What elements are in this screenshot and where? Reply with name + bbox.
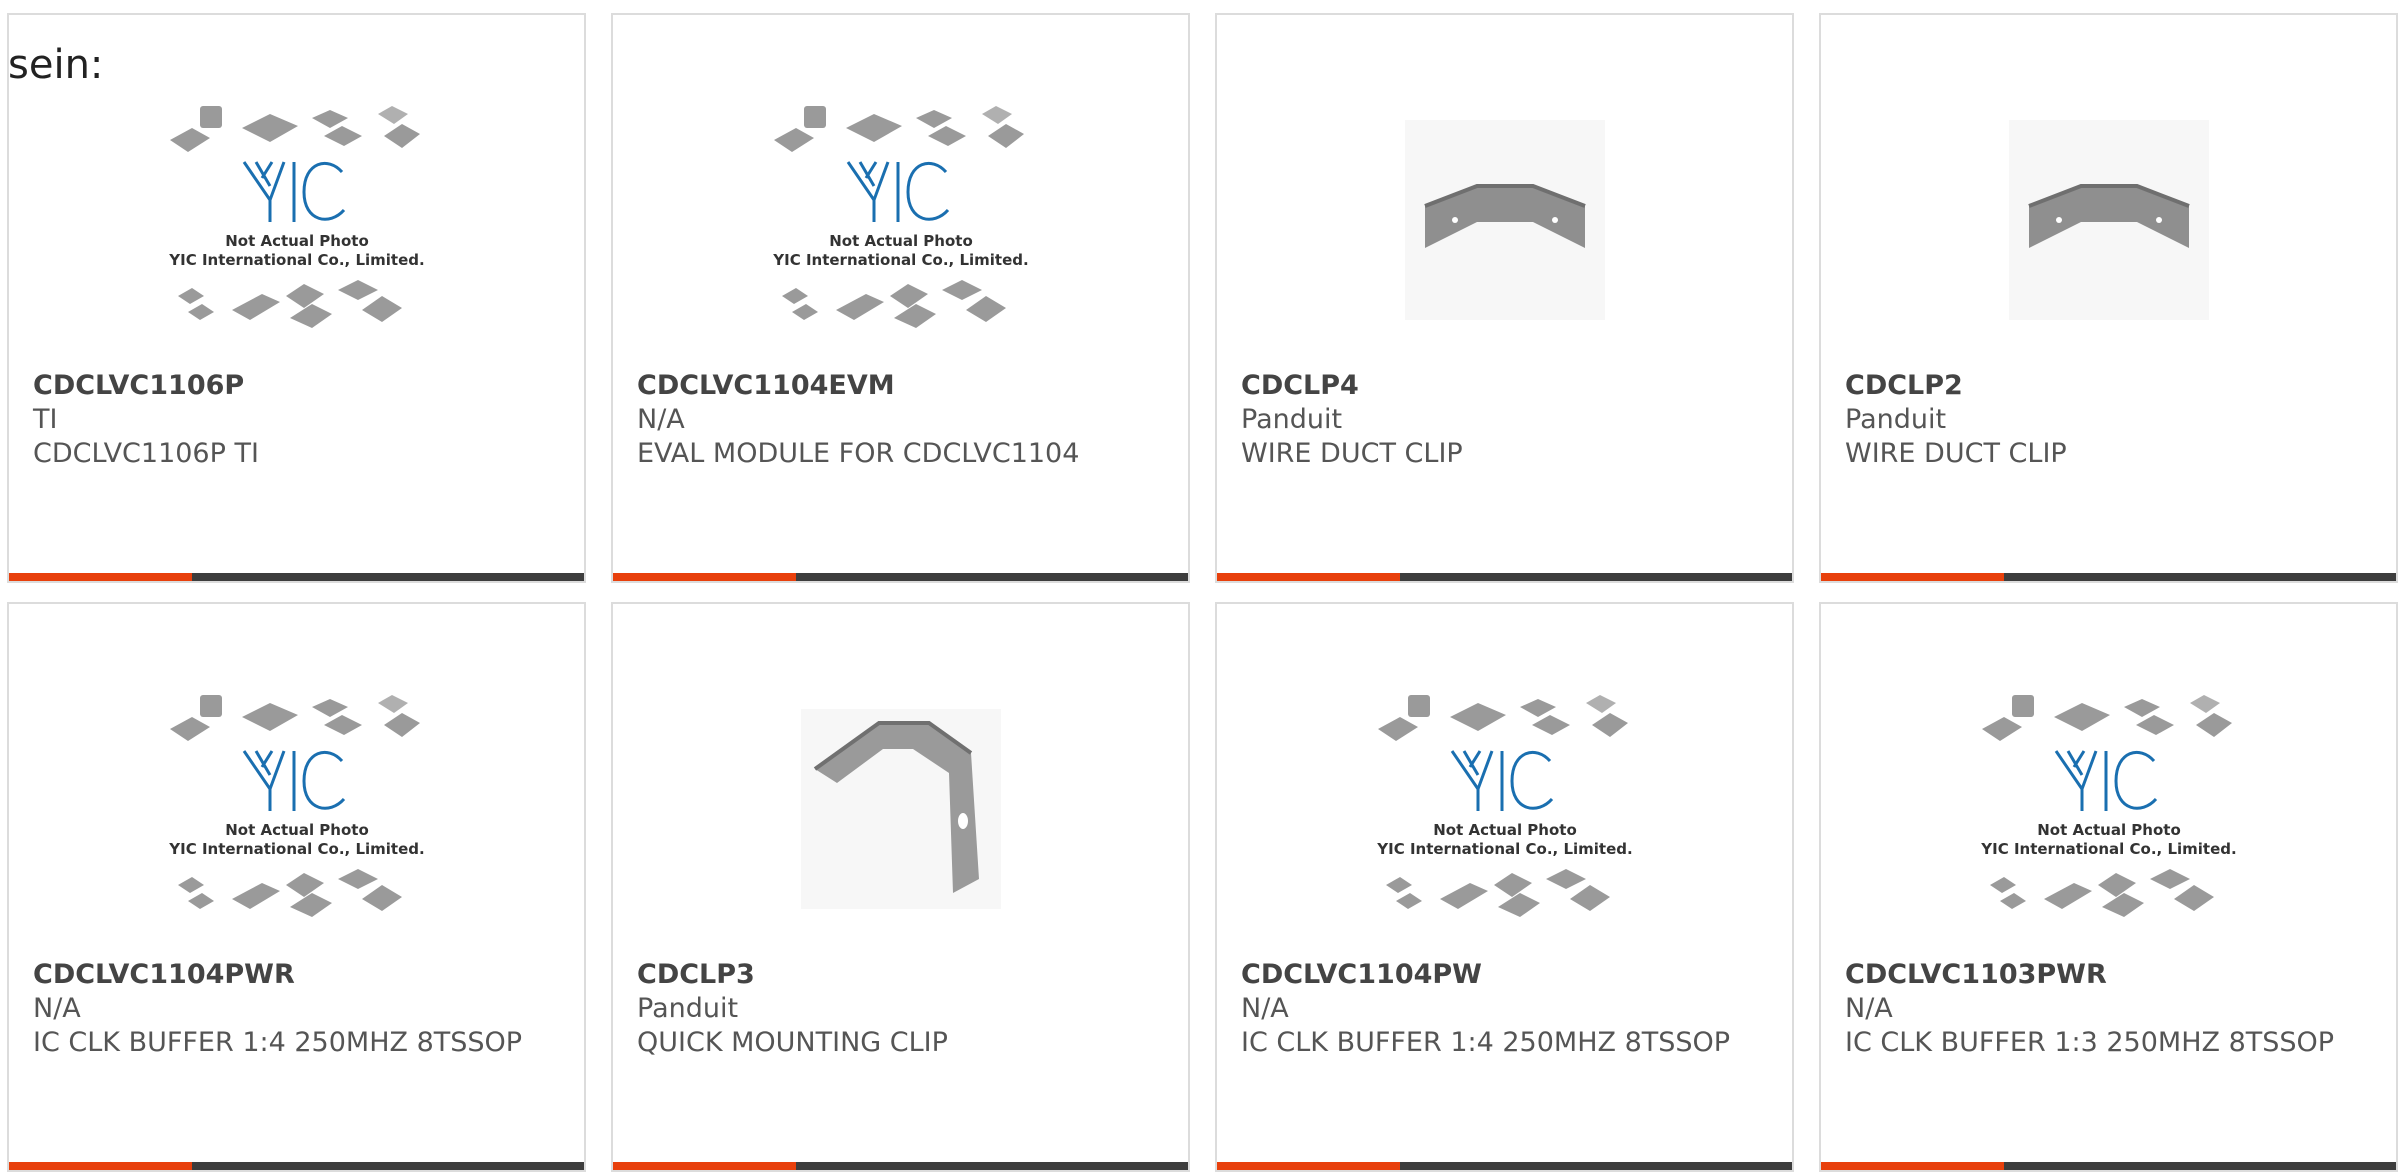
description: IC CLK BUFFER 1:4 250MHZ 8TSSOP [33,1027,523,1058]
mounting-clip-photo [613,664,1188,954]
part-number[interactable]: CDCLVC1104PW [1241,958,1772,992]
card-accent-bar [9,1162,584,1170]
placeholder-caption-2: YIC International Co., Limited. [772,251,1028,269]
card-accent-bar [9,573,584,581]
product-card[interactable]: Not Actual Photo YIC International Co., … [1215,602,1794,1172]
part-number[interactable]: CDCLVC1104PWR [33,958,564,992]
description: IC CLK BUFFER 1:3 250MHZ 8TSSOP [1845,1027,2335,1058]
product-card[interactable]: CDCLP3 Panduit QUICK MOUNTING CLIP [611,602,1190,1172]
manufacturer: Panduit [1241,404,1343,435]
wire-duct-clip-photo [1821,75,2396,365]
placeholder-caption-2: YIC International Co., Limited. [1980,840,2236,858]
placeholder-caption-1: Not Actual Photo [225,232,369,250]
card-accent-bar [613,573,1188,581]
part-number[interactable]: CDCLP2 [1845,369,2376,403]
yic-placeholder-icon: Not Actual Photo YIC International Co., … [9,75,584,365]
part-number[interactable]: CDCLP4 [1241,369,1772,403]
part-number[interactable]: CDCLP3 [637,958,1168,992]
card-accent-bar [613,1162,1188,1170]
yic-placeholder-icon: Not Actual Photo YIC International Co., … [1217,664,1792,954]
yic-placeholder-icon: Not Actual Photo YIC International Co., … [613,75,1188,365]
manufacturer: TI [33,404,58,435]
placeholder-caption-1: Not Actual Photo [2037,821,2181,839]
product-card[interactable]: Not Actual Photo YIC International Co., … [1819,602,2398,1172]
description: QUICK MOUNTING CLIP [637,1027,948,1058]
description: IC CLK BUFFER 1:4 250MHZ 8TSSOP [1241,1027,1731,1058]
placeholder-caption-2: YIC International Co., Limited. [168,840,424,858]
description: WIRE DUCT CLIP [1845,438,2067,469]
placeholder-caption-2: YIC International Co., Limited. [168,251,424,269]
product-card[interactable]: Not Actual Photo YIC International Co., … [611,13,1190,583]
description: WIRE DUCT CLIP [1241,438,1463,469]
yic-placeholder-icon: Not Actual Photo YIC International Co., … [1821,664,2396,954]
card-accent-bar [1217,573,1792,581]
placeholder-caption-1: Not Actual Photo [1433,821,1577,839]
product-card[interactable]: CDCLP4 Panduit WIRE DUCT CLIP [1215,13,1794,583]
part-number[interactable]: CDCLVC1104EVM [637,369,1168,403]
intro-text: sein: [8,42,104,88]
part-number[interactable]: CDCLVC1103PWR [1845,958,2376,992]
description: EVAL MODULE FOR CDCLVC1104 [637,438,1080,469]
manufacturer: N/A [637,404,685,435]
placeholder-caption-2: YIC International Co., Limited. [1376,840,1632,858]
manufacturer: N/A [1845,993,1893,1024]
description: CDCLVC1106P TI [33,438,259,469]
placeholder-caption-1: Not Actual Photo [225,821,369,839]
manufacturer: N/A [1241,993,1289,1024]
manufacturer: N/A [33,993,81,1024]
yic-placeholder-icon: Not Actual Photo YIC International Co., … [9,664,584,954]
part-number[interactable]: CDCLVC1106P [33,369,564,403]
product-card[interactable]: Not Actual Photo YIC International Co., … [7,602,586,1172]
product-card[interactable]: Not Actual Photo YIC International Co., … [7,13,586,583]
card-accent-bar [1821,573,2396,581]
product-card[interactable]: CDCLP2 Panduit WIRE DUCT CLIP [1819,13,2398,583]
manufacturer: Panduit [637,993,739,1024]
placeholder-caption-1: Not Actual Photo [829,232,973,250]
card-accent-bar [1217,1162,1792,1170]
manufacturer: Panduit [1845,404,1947,435]
wire-duct-clip-photo [1217,75,1792,365]
card-accent-bar [1821,1162,2396,1170]
